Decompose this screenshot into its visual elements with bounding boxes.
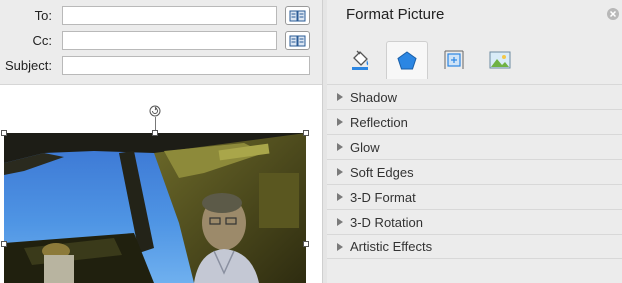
cc-field[interactable] xyxy=(62,31,277,50)
expand-triangle-icon xyxy=(337,118,343,126)
tab-size-properties[interactable] xyxy=(433,41,475,79)
section-glow[interactable]: Glow xyxy=(327,134,622,159)
section-label: 3-D Format xyxy=(350,189,416,205)
section-reflection[interactable]: Reflection xyxy=(327,109,622,134)
rotate-handle-icon[interactable] xyxy=(149,105,161,117)
section-3d-format[interactable]: 3-D Format xyxy=(327,184,622,209)
shape-effects-icon xyxy=(397,50,417,69)
section-label: Glow xyxy=(350,139,380,155)
pane-title: Format Picture xyxy=(346,6,445,23)
message-header: To: Cc: Subject: xyxy=(0,0,322,85)
expand-triangle-icon xyxy=(337,93,343,101)
to-field[interactable] xyxy=(62,6,277,25)
close-pane-button[interactable] xyxy=(607,8,619,20)
resize-handle-top-center[interactable] xyxy=(152,130,158,136)
subject-field[interactable] xyxy=(62,56,310,75)
tab-effects[interactable] xyxy=(386,41,428,79)
section-label: Artistic Effects xyxy=(350,239,433,254)
expand-triangle-icon xyxy=(337,143,343,151)
section-label: 3-D Rotation xyxy=(350,214,423,230)
subject-label: Subject: xyxy=(5,58,52,73)
section-label: Shadow xyxy=(350,89,397,105)
address-book-icon xyxy=(289,35,306,46)
inserted-picture[interactable] xyxy=(4,133,306,283)
effects-sections: Shadow Reflection Glow Soft Edges 3-D Fo… xyxy=(327,84,622,259)
section-artistic-effects[interactable]: Artistic Effects xyxy=(327,234,622,259)
close-icon xyxy=(609,10,617,18)
tab-picture[interactable] xyxy=(479,41,521,79)
resize-handle-middle-left[interactable] xyxy=(1,241,7,247)
format-tabs xyxy=(327,41,622,79)
paint-bucket-icon xyxy=(352,50,369,70)
expand-triangle-icon xyxy=(337,218,343,226)
section-label: Soft Edges xyxy=(350,164,414,180)
picture-icon xyxy=(489,51,511,69)
to-address-book-button[interactable] xyxy=(285,6,310,25)
cc-address-book-button[interactable] xyxy=(285,31,310,50)
section-label: Reflection xyxy=(350,114,408,130)
resize-handle-middle-right[interactable] xyxy=(303,241,309,247)
section-3d-rotation[interactable]: 3-D Rotation xyxy=(327,209,622,234)
message-compose: To: Cc: Subject: xyxy=(0,0,322,283)
format-picture-pane: Format Picture Shadow Reflection Glow So… xyxy=(327,0,622,283)
cc-label: Cc: xyxy=(32,33,53,48)
cockpit-photo xyxy=(4,133,306,283)
resize-handle-top-left[interactable] xyxy=(1,130,7,136)
size-properties-icon xyxy=(444,50,464,69)
expand-triangle-icon xyxy=(337,193,343,201)
address-book-icon xyxy=(289,10,306,21)
section-soft-edges[interactable]: Soft Edges xyxy=(327,159,622,184)
to-label: To: xyxy=(34,8,52,23)
resize-handle-top-right[interactable] xyxy=(303,130,309,136)
expand-triangle-icon xyxy=(337,242,343,251)
section-shadow[interactable]: Shadow xyxy=(327,84,622,109)
tab-fill-line[interactable] xyxy=(339,41,381,79)
expand-triangle-icon xyxy=(337,168,343,176)
